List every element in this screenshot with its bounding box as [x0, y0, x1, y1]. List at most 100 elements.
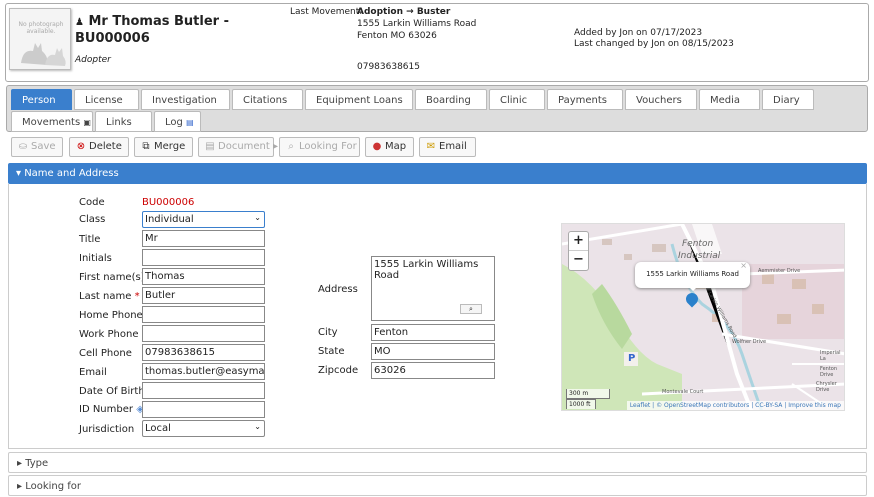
code-label: Code — [79, 197, 105, 208]
work-phone-label: Work Phone — [79, 329, 139, 340]
home-phone-input[interactable] — [142, 306, 265, 323]
document-button[interactable]: ▤ Document ▸ — [198, 137, 278, 157]
zoom-out-button[interactable]: − — [569, 251, 588, 270]
tab-links[interactable]: Links — [95, 111, 152, 132]
last-changed-by: Last changed by Jon on 08/15/2023 — [574, 39, 734, 49]
last-name-label: Last name * — [79, 291, 140, 302]
looking-for-icon: ⌕ — [288, 141, 294, 152]
initials-input[interactable] — [142, 249, 265, 266]
tab-citations[interactable]: Citations — [232, 89, 303, 110]
map-popup[interactable]: 1555 Larkin Williams Road × — [635, 261, 750, 291]
title-label: Title — [79, 234, 101, 245]
merge-button[interactable]: ⧉ Merge — [134, 137, 193, 157]
email-input[interactable]: thomas.butler@easymail.com — [142, 363, 265, 380]
section-name-address[interactable]: ▾ Name and Address — [8, 163, 867, 184]
header-address-line1: 1555 Larkin Williams Road — [357, 19, 477, 29]
tab-movements[interactable]: Movements ▣ — [11, 111, 93, 132]
email-button[interactable]: ✉ Email — [419, 137, 476, 157]
state-input[interactable]: MO — [371, 343, 495, 360]
jurisdiction-select[interactable]: Local ⌄ — [142, 420, 265, 437]
id-number-input[interactable] — [142, 401, 265, 418]
last-movement-link[interactable]: Adoption → Buster — [357, 7, 450, 17]
map-label-street-3: Imperial La — [820, 350, 841, 362]
map-label-street-5: Montevale Court — [662, 389, 704, 395]
map-label-street-2: Wolfner Drive — [732, 339, 767, 345]
save-button[interactable]: ⛀ Save — [11, 137, 63, 157]
tab-investigation[interactable]: Investigation — [141, 89, 230, 110]
zipcode-label: Zipcode — [318, 365, 359, 376]
scale-imperial: 1000 ft — [566, 399, 596, 409]
looking-for-button[interactable]: ⌕ Looking For — [279, 137, 360, 157]
cell-phone-label: Cell Phone — [79, 348, 132, 359]
last-name-input[interactable]: Butler — [142, 287, 265, 304]
class-select[interactable]: Individual ⌄ — [142, 211, 265, 228]
movement-icon: ▣ — [83, 118, 91, 127]
header-address-line2: Fenton MO 63026 — [357, 31, 437, 41]
log-icon: ▤ — [186, 118, 194, 127]
cat-icon — [21, 43, 66, 66]
initials-label: Initials — [79, 253, 112, 264]
email-icon: ✉ — [426, 141, 436, 152]
dob-label: Date Of Birth — [79, 386, 145, 397]
popup-tip — [687, 285, 699, 291]
city-label: City — [318, 327, 338, 338]
cell-phone-input[interactable]: 07983638615 — [142, 344, 265, 361]
section-looking-for[interactable]: ▸ Looking for — [8, 475, 867, 496]
tab-media[interactable]: Media — [699, 89, 760, 110]
tab-vouchers[interactable]: Vouchers — [625, 89, 697, 110]
delete-icon: ⊗ — [76, 141, 86, 152]
map-pin-icon: ● — [372, 141, 382, 152]
chevron-down-icon: ⌄ — [254, 213, 261, 222]
address-label: Address — [318, 284, 358, 295]
parking-icon: P — [628, 353, 636, 364]
tab-person[interactable]: Person — [11, 89, 72, 110]
map-label-fenton: Fenton — [682, 239, 714, 249]
first-name-label: First name(s) — [79, 272, 145, 283]
zoom-controls: + − — [568, 231, 589, 271]
document-icon: ▤ — [205, 141, 215, 152]
map-button[interactable]: ● Map — [365, 137, 414, 157]
required-marker: * — [134, 291, 140, 302]
map-attribution[interactable]: Leaflet | © OpenStreetMap contributors |… — [626, 401, 844, 410]
last-movement-label: Last Movement: — [290, 7, 363, 17]
section-type[interactable]: ▸ Type — [8, 452, 867, 473]
map-label-street-1: Aemmister Drive — [758, 268, 801, 274]
zipcode-input[interactable]: 63026 — [371, 362, 495, 379]
id-number-label: ID Number ◈ — [79, 404, 144, 415]
tab-payments[interactable]: Payments — [547, 89, 623, 110]
city-input[interactable]: Fenton — [371, 324, 495, 341]
map-label-street-4: Chrysler Drive — [816, 381, 837, 393]
home-phone-label: Home Phone — [79, 310, 143, 321]
person-role: Adopter — [75, 55, 111, 65]
zoom-in-button[interactable]: + — [569, 232, 588, 251]
title-input[interactable]: Mr — [142, 230, 265, 247]
email-label: Email — [79, 367, 107, 378]
chevron-down-icon: ⌄ — [254, 422, 261, 431]
tab-equipment-loans[interactable]: Equipment Loans — [305, 89, 413, 110]
merge-icon: ⧉ — [142, 141, 150, 152]
popup-close-icon[interactable]: × — [740, 261, 747, 270]
person-icon: ♟ — [75, 17, 84, 28]
header-phone: 07983638615 — [357, 62, 420, 72]
tab-license[interactable]: License — [74, 89, 139, 110]
address-textarea[interactable]: 1555 Larkin Williams Road ⌕ — [371, 256, 495, 321]
jurisdiction-label: Jurisdiction — [79, 424, 135, 435]
map-label-street-6: Fenton Drive — [820, 366, 838, 378]
person-photo[interactable]: No photograph available. — [9, 8, 71, 70]
person-name: ♟ Mr Thomas Butler - BU000006 — [75, 14, 229, 46]
address-lookup-icon[interactable]: ⌕ — [460, 304, 482, 314]
tab-boarding[interactable]: Boarding — [415, 89, 487, 110]
save-icon: ⛀ — [18, 141, 28, 152]
delete-button[interactable]: ⊗ Delete — [69, 137, 129, 157]
tab-log[interactable]: Log ▤ — [154, 111, 201, 132]
location-map[interactable]: Fenton Industrial Aemmister Drive Wolfne… — [561, 223, 845, 411]
map-scale: 300 m 1000 ft — [566, 389, 610, 409]
tab-clinic[interactable]: Clinic — [489, 89, 545, 110]
tab-diary[interactable]: Diary — [762, 89, 814, 110]
added-by: Added by Jon on 07/17/2023 — [574, 28, 703, 38]
dob-input[interactable] — [142, 382, 265, 399]
code-value: BU000006 — [142, 197, 195, 208]
first-name-input[interactable]: Thomas — [142, 268, 265, 285]
map-label-industrial: Industrial — [678, 251, 721, 261]
work-phone-input[interactable] — [142, 325, 265, 342]
